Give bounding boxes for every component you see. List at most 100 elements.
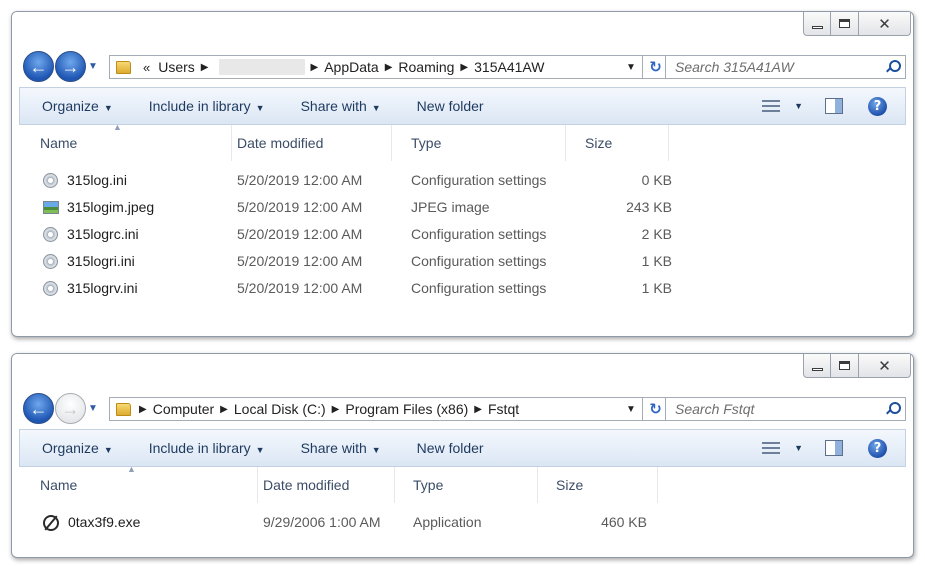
command-bar: Organize ▼ Include in library ▼ Share with… <box>19 87 906 125</box>
breadcrumb-roaming[interactable]: Roaming <box>398 59 454 75</box>
recent-pages-dropdown[interactable]: ▼ <box>88 403 99 414</box>
file-date: 5/20/2019 12:00 AM <box>237 253 363 269</box>
maximize-button[interactable] <box>831 12 859 36</box>
breadcrumb-arrow-icon[interactable]: ▶ <box>385 62 393 73</box>
column-date-label: Date modified <box>237 135 324 151</box>
back-button[interactable]: ← <box>23 51 54 82</box>
address-dropdown-icon[interactable]: ▼ <box>620 404 642 415</box>
sort-ascending-icon: ▲ <box>127 464 136 474</box>
file-type: Configuration settings <box>411 253 547 269</box>
close-button[interactable]: ✕ <box>859 12 911 36</box>
help-icon[interactable]: ? <box>868 438 887 458</box>
back-button[interactable]: ← <box>23 393 54 424</box>
preview-pane-icon[interactable] <box>825 440 843 456</box>
recent-pages-dropdown[interactable]: ▼ <box>88 61 99 72</box>
breadcrumb-arrow-icon[interactable]: ▶ <box>201 62 209 73</box>
share-with-menu[interactable]: Share with ▼ <box>301 440 381 456</box>
file-row[interactable]: 315logri.ini 5/20/2019 12:00 AM Configur… <box>12 248 913 275</box>
column-header-date[interactable]: Date modified <box>217 125 392 161</box>
help-icon[interactable]: ? <box>868 96 887 116</box>
breadcrumb-arrow-icon[interactable]: ▶ <box>311 62 319 73</box>
breadcrumb-arrow-icon[interactable]: ▶ <box>460 62 468 73</box>
column-header-type[interactable]: Type <box>393 467 538 503</box>
sort-ascending-icon: ▲ <box>113 122 122 132</box>
breadcrumb-current-folder[interactable]: Fstqt <box>488 401 519 417</box>
forward-button[interactable]: → <box>55 51 86 82</box>
navigation-row: ← → ▼ ▶ Computer ▶ Local Disk (C:) ▶ Pro… <box>12 387 913 429</box>
dropdown-caret-icon: ▼ <box>255 445 265 455</box>
search-box[interactable] <box>665 397 906 421</box>
search-input[interactable] <box>675 401 875 417</box>
file-type: Application <box>413 514 482 530</box>
column-size-label: Size <box>556 477 584 493</box>
column-header-type[interactable]: Type <box>391 125 566 161</box>
file-size: 1 KB <box>641 253 672 269</box>
dropdown-caret-icon: ▼ <box>103 103 113 113</box>
column-type-label: Type <box>411 135 442 151</box>
breadcrumb-computer[interactable]: Computer <box>153 401 214 417</box>
organize-menu[interactable]: Organize ▼ <box>42 440 113 456</box>
breadcrumb-users[interactable]: Users <box>158 59 195 75</box>
organize-label: Organize <box>42 98 99 114</box>
column-header-size[interactable]: Size <box>536 467 658 503</box>
change-view-icon[interactable] <box>762 99 781 113</box>
breadcrumb-current-folder[interactable]: 315A41AW <box>474 59 544 75</box>
close-button[interactable]: ✕ <box>859 354 911 378</box>
search-box[interactable] <box>665 55 906 79</box>
explorer-window-appdata: ✕ ← → ▼ « Users ▶ ▶ AppData ▶ Roaming ▶ … <box>11 11 914 337</box>
file-row[interactable]: 315logim.jpeg 5/20/2019 12:00 AM JPEG im… <box>12 194 913 221</box>
column-header-name[interactable]: ▲ Name <box>20 122 232 161</box>
file-row[interactable]: 315log.ini 5/20/2019 12:00 AM Configurat… <box>12 167 913 194</box>
address-bar[interactable]: « Users ▶ ▶ AppData ▶ Roaming ▶ 315A41AW… <box>109 55 643 79</box>
address-dropdown-icon[interactable]: ▼ <box>620 62 642 73</box>
share-with-menu[interactable]: Share with ▼ <box>301 98 381 114</box>
search-input[interactable] <box>675 59 875 75</box>
breadcrumb-local-disk[interactable]: Local Disk (C:) <box>234 401 326 417</box>
include-in-library-menu[interactable]: Include in library ▼ <box>149 98 265 114</box>
file-row[interactable]: 315logrv.ini 5/20/2019 12:00 AM Configur… <box>12 275 913 302</box>
file-list: 315log.ini 5/20/2019 12:00 AM Configurat… <box>12 167 913 302</box>
command-bar: Organize ▼ Include in library ▼ Share with… <box>19 429 906 467</box>
views-dropdown-icon[interactable]: ▼ <box>794 443 803 453</box>
forward-arrow-icon: → <box>61 56 80 77</box>
overflow-chevron[interactable]: « <box>143 60 150 75</box>
folder-icon <box>116 402 131 416</box>
column-header-date[interactable]: Date modified <box>243 467 395 503</box>
column-header-name[interactable]: ▲ Name <box>20 464 258 503</box>
file-name: 315logrv.ini <box>67 280 138 296</box>
file-size: 1 KB <box>641 280 672 296</box>
file-row[interactable]: 0tax3f9.exe 9/29/2006 1:00 AM Applicatio… <box>12 509 913 536</box>
breadcrumb-program-files[interactable]: Program Files (x86) <box>345 401 468 417</box>
search-icon[interactable] <box>885 60 901 74</box>
breadcrumb-arrow-icon[interactable]: ▶ <box>139 404 147 415</box>
search-icon[interactable] <box>885 402 901 416</box>
breadcrumb-arrow-icon[interactable]: ▶ <box>332 404 340 415</box>
minimize-button[interactable] <box>803 12 831 36</box>
file-row[interactable]: 315logrc.ini 5/20/2019 12:00 AM Configur… <box>12 221 913 248</box>
change-view-icon[interactable] <box>762 441 781 455</box>
breadcrumb-appdata[interactable]: AppData <box>324 59 378 75</box>
views-dropdown-icon[interactable]: ▼ <box>794 101 803 111</box>
file-type: Configuration settings <box>411 172 547 188</box>
organize-menu[interactable]: Organize ▼ <box>42 98 113 114</box>
maximize-button[interactable] <box>831 354 859 378</box>
breadcrumb-arrow-icon[interactable]: ▶ <box>474 404 482 415</box>
title-bar[interactable]: ✕ <box>12 12 913 45</box>
file-name: 315logrc.ini <box>67 226 139 242</box>
include-label: Include in library <box>148 440 251 456</box>
column-headers: ▲ Name Date modified Type Size <box>20 464 913 503</box>
include-in-library-menu[interactable]: Include in library ▼ <box>149 440 265 456</box>
minimize-button[interactable] <box>803 354 831 378</box>
new-folder-button[interactable]: New folder <box>417 440 484 456</box>
refresh-icon: ↻ <box>649 59 662 76</box>
new-folder-button[interactable]: New folder <box>417 98 484 114</box>
title-bar[interactable]: ✕ <box>12 354 913 387</box>
column-header-size[interactable]: Size <box>565 125 669 161</box>
forward-button[interactable]: → <box>55 393 86 424</box>
preview-pane-icon[interactable] <box>825 98 843 114</box>
breadcrumb-arrow-icon[interactable]: ▶ <box>220 404 228 415</box>
config-file-icon <box>43 254 58 269</box>
forward-arrow-icon: → <box>61 398 80 419</box>
column-name-label: Name <box>40 477 78 493</box>
address-bar[interactable]: ▶ Computer ▶ Local Disk (C:) ▶ Program F… <box>109 397 643 421</box>
